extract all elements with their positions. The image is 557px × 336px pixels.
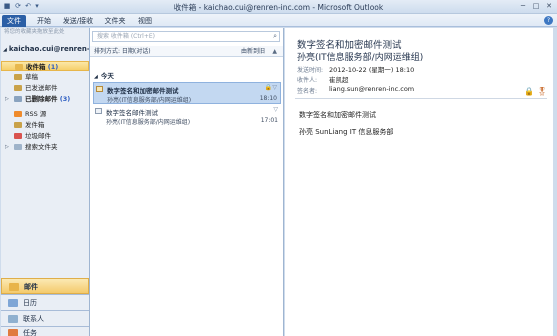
- group-header[interactable]: ◢ 今天: [94, 70, 114, 80]
- outbox-icon: [14, 122, 22, 128]
- collapse-icon[interactable]: ◢: [94, 74, 98, 80]
- nav-mail-label: 邮件: [24, 283, 38, 291]
- folder-label: 草稿: [25, 73, 38, 81]
- account-name: kaichao.cui@renren-inc.com: [8, 45, 89, 53]
- nav-contacts[interactable]: 联系人: [1, 310, 89, 326]
- arrange-by[interactable]: 排列方式: 日期(对话): [94, 46, 151, 57]
- favorites-hint: 将您的收藏夹拖放至此处: [4, 29, 65, 35]
- maximize-icon[interactable]: □: [530, 1, 542, 11]
- message-time: 18:10: [259, 95, 277, 102]
- folder-junk[interactable]: 垃圾邮件: [1, 131, 89, 141]
- contacts-icon: [8, 315, 18, 323]
- sort-bar: 排列方式: 日期(对话) 由新到旧 ▲: [90, 46, 283, 57]
- tab-view[interactable]: 视图: [134, 15, 156, 27]
- sent-icon: [14, 85, 22, 91]
- right-border: [553, 28, 557, 336]
- rss-icon: [14, 111, 22, 117]
- folder-label: 收件箱: [26, 63, 46, 71]
- envelope-open-icon: [95, 108, 102, 114]
- search-folder-icon: [14, 144, 22, 150]
- to-label: 收件人:: [297, 77, 318, 84]
- mail-icon: [9, 283, 19, 291]
- signed-icon: 🔒▽: [264, 84, 277, 91]
- to-value[interactable]: 崔凯超: [329, 74, 349, 84]
- nav-calendar-label: 日历: [23, 299, 37, 307]
- group-label: 今天: [100, 72, 114, 80]
- reading-pane: 数字签名和加密邮件测试 孙亮(IT信息服务部/内网运维组) 发送时间: 2012…: [285, 28, 553, 336]
- folder-rss[interactable]: RSS 源: [1, 109, 89, 119]
- email-body-line: 数字签名和加密邮件测试: [299, 111, 376, 119]
- sent-label: 发送时间:: [297, 67, 324, 74]
- sort-order[interactable]: 由新到旧: [241, 46, 265, 57]
- folder-sent[interactable]: 已发送邮件: [1, 83, 89, 93]
- message-from: 孙亮(IT信息服务部/内网运维组): [106, 119, 191, 126]
- nav-contacts-label: 联系人: [23, 315, 44, 323]
- folder-label: RSS 源: [25, 110, 47, 118]
- email-subject: 数字签名和加密邮件测试: [297, 40, 402, 51]
- folder-label: 发件箱: [25, 121, 45, 129]
- signer-value: liang.sun@renren-inc.com: [329, 85, 415, 93]
- drafts-icon: [14, 74, 22, 80]
- folder-deleted[interactable]: ▷ 已删除邮件 (3): [1, 94, 89, 104]
- sent-value: 2012-10-22 (星期一) 18:10: [329, 66, 415, 74]
- help-icon[interactable]: ?: [544, 16, 553, 25]
- nav-calendar[interactable]: 日历: [1, 294, 89, 310]
- expand-icon[interactable]: ▷: [5, 94, 9, 104]
- message-item[interactable]: 数字签名和加密邮件测试 🔒▽ 孙亮(IT信息服务部/内网运维组) 18:10: [93, 82, 281, 104]
- encryption-lock-icon[interactable]: 🔒: [524, 87, 534, 96]
- email-sender[interactable]: 孙亮(IT信息服务部/内网运维组): [297, 50, 423, 63]
- nav-tasks-label: 任务: [23, 329, 37, 336]
- unread-count: (1): [47, 63, 59, 71]
- tab-file[interactable]: 文件: [2, 15, 26, 27]
- unread-count: (3): [59, 95, 71, 103]
- message-subject: 数字签名和加密邮件测试: [107, 87, 179, 95]
- message-item[interactable]: 数字签名邮件测试 ▽ 孙亮(IT信息服务部/内网运维组) 17:01: [93, 105, 281, 127]
- tab-folder[interactable]: 文件夹: [101, 15, 129, 27]
- folder-label: 已发送邮件: [25, 84, 58, 92]
- tasks-icon: [8, 329, 18, 336]
- folder-label: 搜索文件夹: [25, 143, 58, 151]
- account-header[interactable]: ◢kaichao.cui@renren-inc.com: [1, 44, 89, 55]
- header-divider: [295, 98, 547, 99]
- message-time: 17:01: [260, 117, 278, 124]
- minimize-icon[interactable]: ─: [517, 1, 529, 11]
- calendar-icon: [8, 299, 18, 307]
- collapse-icon[interactable]: ◢: [3, 47, 7, 53]
- message-list: 搜索 收件箱 (Ctrl+E) ⌕ 排列方式: 日期(对话) 由新到旧 ▲ ◢ 今…: [90, 28, 284, 336]
- message-subject: 数字签名邮件测试: [106, 109, 158, 117]
- sort-direction-icon[interactable]: ▲: [272, 46, 277, 57]
- email-signature-line: 孙亮 SunLiang IT 信息服务部: [299, 128, 394, 136]
- expand-icon[interactable]: ▷: [5, 142, 9, 152]
- message-from: 孙亮(IT信息服务部/内网运维组): [107, 97, 192, 104]
- search-placeholder: 搜索 收件箱 (Ctrl+E): [97, 33, 155, 40]
- tab-send-receive[interactable]: 发送/接收: [60, 15, 96, 27]
- junk-icon: [14, 133, 22, 139]
- folder-search[interactable]: ▷ 搜索文件夹: [1, 142, 89, 152]
- navigation-pane: 将您的收藏夹拖放至此处 ◢kaichao.cui@renren-inc.com …: [1, 28, 90, 336]
- search-input[interactable]: 搜索 收件箱 (Ctrl+E) ⌕: [92, 31, 280, 42]
- folder-drafts[interactable]: 草稿: [1, 72, 89, 82]
- folder-label: 垃圾邮件: [25, 132, 51, 140]
- inbox-icon: [15, 64, 23, 70]
- deleted-icon: [14, 96, 22, 102]
- nav-mail[interactable]: 邮件: [1, 278, 89, 294]
- folder-outbox[interactable]: 发件箱: [1, 120, 89, 130]
- title-bar: ■ ⟳ ↶ ▾ 收件箱 - kaichao.cui@renren-inc.com…: [0, 0, 557, 14]
- security-icons: 🔒 🎖: [524, 87, 547, 96]
- flag-icon[interactable]: ▽: [273, 106, 278, 113]
- wunderbar: 邮件 日历 联系人 任务: [1, 278, 89, 336]
- envelope-icon: [96, 86, 103, 92]
- signer-label: 签名者:: [297, 88, 318, 95]
- tab-home[interactable]: 开始: [33, 15, 55, 27]
- window-title: 收件箱 - kaichao.cui@renren-inc.com - Micro…: [173, 3, 384, 12]
- search-icon[interactable]: ⌕: [273, 32, 277, 41]
- folder-inbox[interactable]: 收件箱 (1): [1, 61, 89, 71]
- signature-ribbon-icon[interactable]: 🎖: [537, 87, 547, 96]
- ribbon-tabs: 文件 开始 发送/接收 文件夹 视图 ?: [0, 14, 557, 27]
- folder-label: 已删除邮件: [25, 95, 58, 103]
- nav-tasks[interactable]: 任务: [1, 326, 89, 336]
- close-icon[interactable]: ✕: [543, 1, 555, 11]
